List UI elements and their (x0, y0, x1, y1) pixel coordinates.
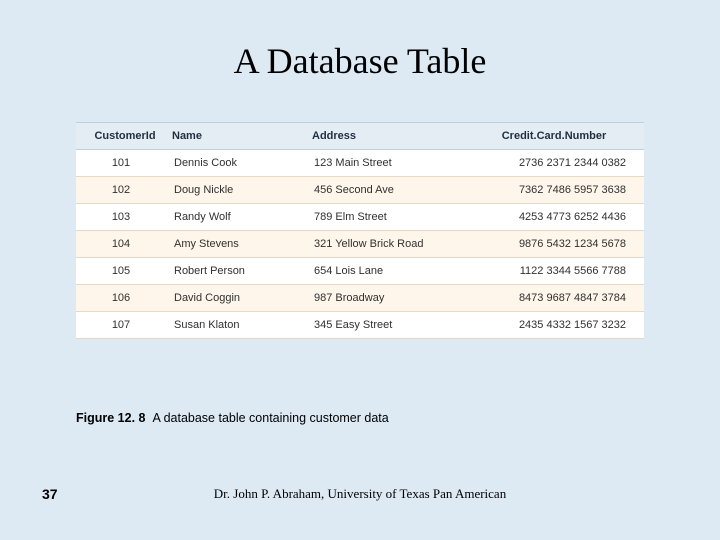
cell-name: Robert Person (166, 258, 306, 285)
cell-address: 321 Yellow Brick Road (306, 231, 476, 258)
cell-creditcard: 4253 4773 6252 4436 (476, 204, 644, 231)
header-creditcard: Credit.Card.Number (476, 123, 644, 150)
cell-creditcard: 9876 5432 1234 5678 (476, 231, 644, 258)
cell-name: Amy Stevens (166, 231, 306, 258)
customer-table: CustomerId Name Address Credit.Card.Numb… (76, 122, 644, 339)
table-header-row: CustomerId Name Address Credit.Card.Numb… (76, 123, 644, 150)
table-row: 105 Robert Person 654 Lois Lane 1122 334… (76, 258, 644, 285)
cell-creditcard: 1122 3344 5566 7788 (476, 258, 644, 285)
cell-customerid: 102 (76, 177, 166, 204)
slide-footer: Dr. John P. Abraham, University of Texas… (0, 486, 720, 502)
cell-creditcard: 7362 7486 5957 3638 (476, 177, 644, 204)
cell-name: Susan Klaton (166, 312, 306, 339)
cell-name: Dennis Cook (166, 150, 306, 177)
table-row: 101 Dennis Cook 123 Main Street 2736 237… (76, 150, 644, 177)
cell-customerid: 101 (76, 150, 166, 177)
table-row: 104 Amy Stevens 321 Yellow Brick Road 98… (76, 231, 644, 258)
database-table-figure: CustomerId Name Address Credit.Card.Numb… (76, 122, 644, 339)
cell-address: 789 Elm Street (306, 204, 476, 231)
cell-customerid: 107 (76, 312, 166, 339)
cell-customerid: 103 (76, 204, 166, 231)
table-body: 101 Dennis Cook 123 Main Street 2736 237… (76, 150, 644, 339)
cell-address: 123 Main Street (306, 150, 476, 177)
cell-creditcard: 2736 2371 2344 0382 (476, 150, 644, 177)
figure-caption-text: A database table containing customer dat… (152, 411, 388, 425)
cell-name: Randy Wolf (166, 204, 306, 231)
slide: A Database Table CustomerId Name Address… (0, 0, 720, 540)
cell-address: 654 Lois Lane (306, 258, 476, 285)
figure-label: Figure 12. 8 (76, 411, 145, 425)
cell-customerid: 106 (76, 285, 166, 312)
cell-customerid: 105 (76, 258, 166, 285)
cell-address: 987 Broadway (306, 285, 476, 312)
cell-creditcard: 8473 9687 4847 3784 (476, 285, 644, 312)
cell-creditcard: 2435 4332 1567 3232 (476, 312, 644, 339)
cell-name: David Coggin (166, 285, 306, 312)
header-name: Name (166, 123, 306, 150)
table-row: 103 Randy Wolf 789 Elm Street 4253 4773 … (76, 204, 644, 231)
header-customerid: CustomerId (76, 123, 166, 150)
cell-customerid: 104 (76, 231, 166, 258)
table-row: 106 David Coggin 987 Broadway 8473 9687 … (76, 285, 644, 312)
cell-address: 345 Easy Street (306, 312, 476, 339)
table-row: 102 Doug Nickle 456 Second Ave 7362 7486… (76, 177, 644, 204)
header-address: Address (306, 123, 476, 150)
slide-title: A Database Table (0, 0, 720, 82)
cell-name: Doug Nickle (166, 177, 306, 204)
table-row: 107 Susan Klaton 345 Easy Street 2435 43… (76, 312, 644, 339)
cell-address: 456 Second Ave (306, 177, 476, 204)
figure-caption: Figure 12. 8 A database table containing… (76, 410, 389, 427)
